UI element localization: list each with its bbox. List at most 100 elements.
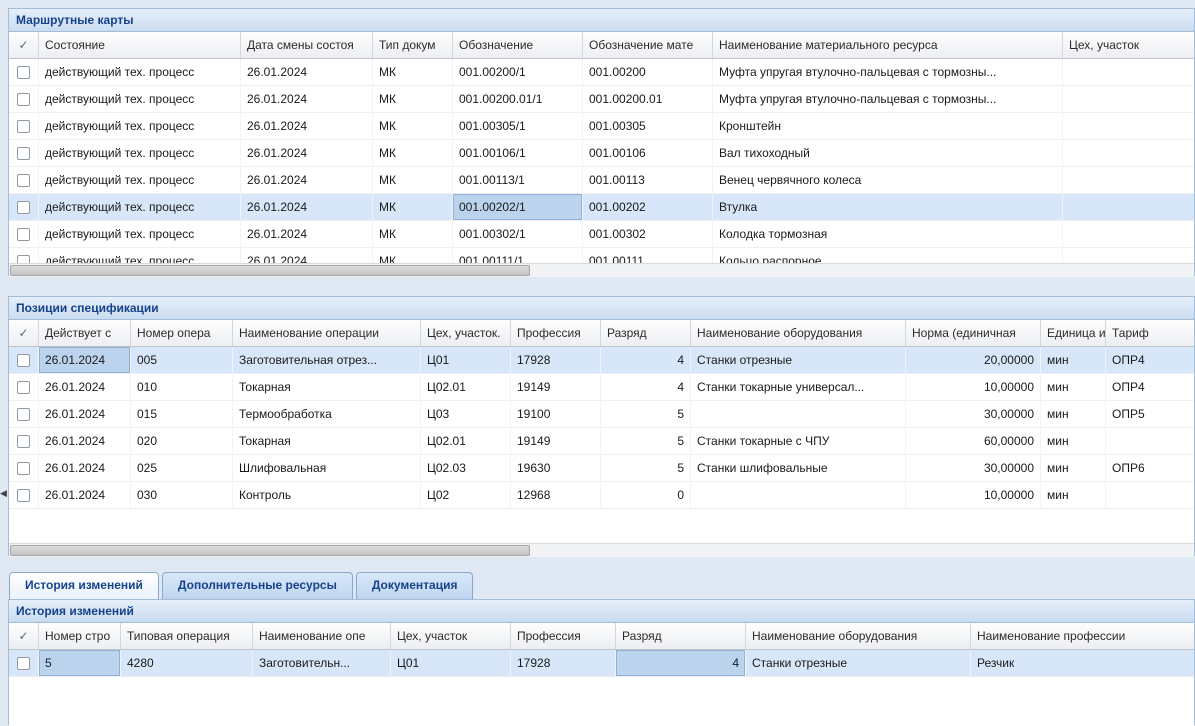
row-checkbox[interactable] — [17, 66, 30, 79]
column-header[interactable]: Дата смены состоя — [241, 32, 373, 58]
cell[interactable]: 001.00305/1 — [453, 113, 583, 139]
cell[interactable]: Ц02.03 — [421, 455, 511, 481]
cell[interactable]: Ц02.01 — [421, 428, 511, 454]
cell[interactable]: Вал тихоходный — [713, 140, 1063, 166]
cell[interactable]: мин — [1041, 455, 1106, 481]
row-checkbox[interactable] — [17, 201, 30, 214]
cell[interactable]: 010 — [131, 374, 233, 400]
cell[interactable]: Кронштейн — [713, 113, 1063, 139]
cell[interactable]: ОПР6 — [1106, 455, 1194, 481]
cell[interactable] — [1063, 194, 1194, 220]
column-header[interactable]: Действует с — [39, 320, 131, 346]
cell[interactable]: 5 — [601, 455, 691, 481]
cell[interactable] — [691, 482, 906, 508]
table-row[interactable]: 26.01.2024010ТокарнаяЦ02.01191494Станки … — [9, 374, 1194, 401]
cell[interactable] — [1106, 482, 1194, 508]
cell[interactable]: 26.01.2024 — [39, 455, 131, 481]
cell[interactable] — [1063, 113, 1194, 139]
cell[interactable]: Ц01 — [391, 650, 511, 676]
row-checkbox[interactable] — [17, 489, 30, 502]
cell[interactable]: 26.01.2024 — [241, 248, 373, 263]
cell[interactable]: МК — [373, 140, 453, 166]
cell[interactable] — [1063, 86, 1194, 112]
cell[interactable]: 19149 — [511, 428, 601, 454]
cell[interactable]: 26.01.2024 — [39, 401, 131, 427]
row-checkbox[interactable] — [17, 174, 30, 187]
cell[interactable]: МК — [373, 248, 453, 263]
cell[interactable]: 015 — [131, 401, 233, 427]
cell[interactable]: 001.00113 — [583, 167, 713, 193]
tab-item[interactable]: Документация — [356, 572, 474, 599]
cell[interactable]: Резчик — [971, 650, 1194, 676]
column-header[interactable]: Наименование оборудования — [746, 623, 971, 649]
cell[interactable]: 26.01.2024 — [39, 374, 131, 400]
cell[interactable]: Термообработка — [233, 401, 421, 427]
column-header[interactable]: Номер опера — [131, 320, 233, 346]
cell[interactable]: Токарная — [233, 428, 421, 454]
cell[interactable]: 001.00106 — [583, 140, 713, 166]
cell[interactable]: Станки отрезные — [691, 347, 906, 373]
cell[interactable]: Ц02.01 — [421, 374, 511, 400]
cell[interactable]: 30,00000 — [906, 455, 1041, 481]
cell[interactable]: МК — [373, 59, 453, 85]
tab-item[interactable]: Дополнительные ресурсы — [162, 572, 353, 599]
table-row[interactable]: 26.01.2024020ТокарнаяЦ02.01191495Станки … — [9, 428, 1194, 455]
cell[interactable]: 025 — [131, 455, 233, 481]
cell[interactable]: 0 — [601, 482, 691, 508]
table-row[interactable]: 54280Заготовительн...Ц01179284Станки отр… — [9, 650, 1194, 677]
cell[interactable] — [1063, 248, 1194, 263]
row-checkbox[interactable] — [17, 657, 30, 670]
select-all-header[interactable]: ✓ — [9, 623, 39, 649]
cell[interactable]: действующий тех. процесс — [39, 59, 241, 85]
cell[interactable]: мин — [1041, 401, 1106, 427]
column-header[interactable]: Разряд — [601, 320, 691, 346]
cell[interactable] — [1063, 59, 1194, 85]
hscrollbar-thumb[interactable] — [10, 265, 530, 276]
cell[interactable]: 26.01.2024 — [241, 167, 373, 193]
cell[interactable]: 5 — [39, 650, 121, 676]
collapse-left-arrow[interactable]: ◀ — [0, 483, 8, 503]
cell[interactable]: Станки отрезные — [746, 650, 971, 676]
table-row[interactable]: действующий тех. процесс26.01.2024МК001.… — [9, 59, 1194, 86]
cell[interactable]: 4 — [601, 374, 691, 400]
column-header[interactable]: Обозначение — [453, 32, 583, 58]
row-checkbox[interactable] — [17, 435, 30, 448]
column-header[interactable]: Норма (единичная — [906, 320, 1041, 346]
cell[interactable]: 26.01.2024 — [241, 113, 373, 139]
cell[interactable]: МК — [373, 167, 453, 193]
table-row[interactable]: действующий тех. процесс26.01.2024МК001.… — [9, 113, 1194, 140]
cell[interactable] — [1063, 167, 1194, 193]
cell[interactable]: 26.01.2024 — [241, 221, 373, 247]
table-row[interactable]: действующий тех. процесс26.01.2024МК001.… — [9, 86, 1194, 113]
cell[interactable]: ОПР5 — [1106, 401, 1194, 427]
cell[interactable]: 19630 — [511, 455, 601, 481]
cell[interactable]: 001.00111 — [583, 248, 713, 263]
cell[interactable]: Венец червячного колеса — [713, 167, 1063, 193]
cell[interactable]: 26.01.2024 — [241, 194, 373, 220]
cell[interactable]: 4 — [601, 347, 691, 373]
cell[interactable]: 19100 — [511, 401, 601, 427]
cell[interactable]: 60,00000 — [906, 428, 1041, 454]
cell[interactable]: 001.00302/1 — [453, 221, 583, 247]
cell[interactable]: 001.00302 — [583, 221, 713, 247]
cell[interactable] — [1063, 221, 1194, 247]
cell[interactable]: действующий тех. процесс — [39, 167, 241, 193]
column-header[interactable]: Разряд — [616, 623, 746, 649]
cell[interactable]: 030 — [131, 482, 233, 508]
cell[interactable]: Муфта упругая втулочно-пальцевая с тормо… — [713, 59, 1063, 85]
cell[interactable]: 001.00202 — [583, 194, 713, 220]
cell[interactable]: Кольцо распорное — [713, 248, 1063, 263]
cell[interactable]: МК — [373, 221, 453, 247]
cell[interactable]: 020 — [131, 428, 233, 454]
cell[interactable]: 19149 — [511, 374, 601, 400]
cell[interactable]: мин — [1041, 347, 1106, 373]
column-header[interactable]: Номер стро — [39, 623, 121, 649]
cell[interactable]: действующий тех. процесс — [39, 113, 241, 139]
table-row[interactable]: действующий тех. процесс26.01.2024МК001.… — [9, 248, 1194, 263]
cell[interactable]: действующий тех. процесс — [39, 221, 241, 247]
cell[interactable]: Контроль — [233, 482, 421, 508]
cell[interactable]: Заготовительная отрез... — [233, 347, 421, 373]
cell[interactable]: 5 — [601, 401, 691, 427]
cell[interactable]: 4 — [616, 650, 746, 676]
cell[interactable]: 17928 — [511, 347, 601, 373]
